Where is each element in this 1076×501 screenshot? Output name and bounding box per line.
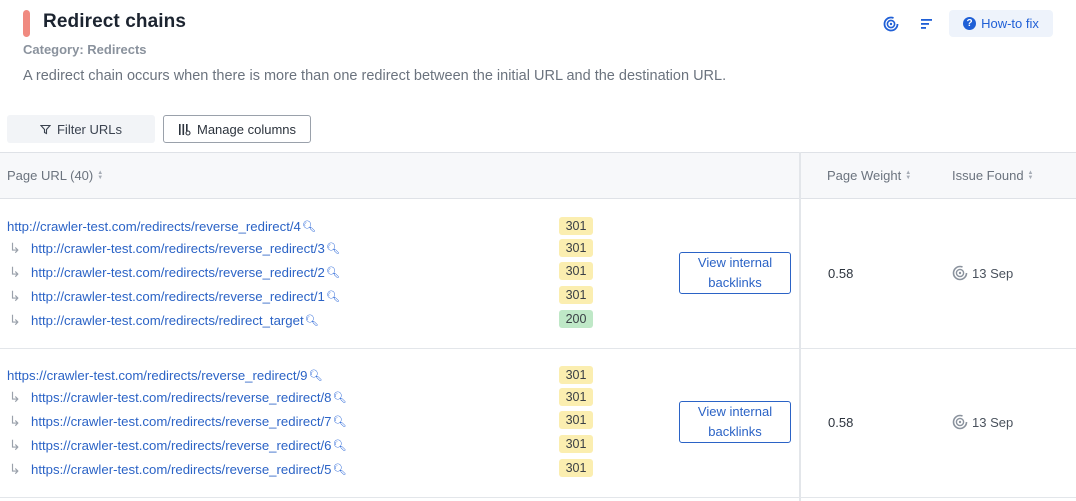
redirect-chain-row: http://crawler-test.com/redirects/revers… — [0, 199, 1076, 349]
page-weight-header-label: Page Weight — [827, 168, 902, 183]
redirect-arrow-icon: ↳ — [9, 287, 21, 304]
redirect-arrow-icon: ↳ — [9, 311, 21, 328]
url-link[interactable]: https://crawler-test.com/redirects/rever… — [31, 390, 331, 405]
redirect-arrow-icon: ↳ — [9, 460, 21, 477]
status-badge: 301 — [559, 262, 593, 280]
magnifier-icon[interactable]: 🔍︎ — [332, 463, 346, 476]
status-badge: 301 — [559, 217, 593, 235]
redirect-arrow-icon: ↳ — [9, 239, 21, 256]
column-header-page-weight[interactable]: Page Weight ▲ ▼ — [827, 168, 911, 183]
issue-found-header-label: Issue Found — [952, 168, 1024, 183]
magnifier-icon[interactable]: 🔍︎ — [326, 290, 340, 303]
chain-url: http://crawler-test.com/redirects/revers… — [7, 216, 316, 236]
manage-columns-label: Manage columns — [197, 121, 296, 137]
page-title: Redirect chains — [43, 11, 186, 32]
history-icon — [952, 265, 968, 281]
columns-icon — [179, 123, 191, 136]
manage-columns-button[interactable]: Manage columns — [163, 115, 311, 143]
view-internal-backlinks-button[interactable]: View internal backlinks — [679, 252, 791, 294]
page-weight-value: 0.58 — [828, 266, 854, 281]
url-link[interactable]: http://crawler-test.com/redirects/revers… — [31, 289, 325, 304]
redirect-arrow-icon: ↳ — [9, 263, 21, 280]
url-link[interactable]: https://crawler-test.com/redirects/rever… — [31, 438, 331, 453]
status-badge: 200 — [559, 310, 593, 328]
history-icon — [883, 16, 899, 32]
url-link[interactable]: http://crawler-test.com/redirects/revers… — [7, 219, 301, 234]
severity-accent-bar — [23, 10, 30, 37]
history-button[interactable] — [880, 13, 902, 35]
magnifier-icon[interactable]: 🔍︎ — [326, 266, 340, 279]
chain-url: ↳ https://crawler-test.com/redirects/reve… — [7, 459, 346, 479]
filter-urls-button[interactable]: Filter URLs — [7, 115, 155, 143]
magnifier-icon[interactable]: 🔍︎ — [332, 415, 346, 428]
issue-found-cell: 13 Sep — [952, 265, 1013, 281]
column-header-page-url[interactable]: Page URL (40) ▲ ▼ — [7, 168, 103, 183]
history-icon — [952, 414, 968, 430]
page-url-header-label: Page URL (40) — [7, 168, 94, 183]
redirect-arrow-icon: ↳ — [9, 412, 21, 429]
status-badge: 301 — [559, 411, 593, 429]
status-badge: 301 — [559, 459, 593, 477]
redirect-chain-row: https://crawler-test.com/redirects/rever… — [0, 348, 1076, 498]
status-badge: 301 — [559, 435, 593, 453]
magnifier-icon[interactable]: 🔍︎ — [326, 242, 340, 255]
chain-url: ↳ https://crawler-test.com/redirects/reve… — [7, 435, 346, 455]
table-header: Page URL (40) ▲ ▼ Page Weight ▲ ▼ Issue Fo… — [0, 152, 1076, 199]
page-weight-value: 0.58 — [828, 415, 854, 430]
url-link[interactable]: http://crawler-test.com/redirects/revers… — [31, 241, 325, 256]
chain-url: ↳ http://crawler-test.com/redirects/redir… — [7, 310, 319, 330]
chain-url: ↳ http://crawler-test.com/redirects/rever… — [7, 238, 340, 258]
filter-urls-label: Filter URLs — [56, 121, 122, 137]
chain-url: https://crawler-test.com/redirects/rever… — [7, 365, 322, 385]
magnifier-icon[interactable]: 🔍︎ — [305, 314, 319, 327]
chain-url: ↳ https://crawler-test.com/redirects/reve… — [7, 411, 346, 431]
sort-button[interactable] — [916, 13, 938, 35]
question-icon: ? — [963, 17, 977, 30]
category-label: Category: Redirects — [23, 42, 147, 57]
chain-url: ↳ https://crawler-test.com/redirects/reve… — [7, 387, 346, 407]
magnifier-icon[interactable]: 🔍︎ — [302, 220, 316, 233]
url-link[interactable]: http://crawler-test.com/redirects/revers… — [31, 265, 325, 280]
filter-icon — [39, 124, 51, 134]
url-link[interactable]: http://crawler-test.com/redirects/redire… — [31, 313, 304, 328]
status-badge: 301 — [559, 286, 593, 304]
redirect-arrow-icon: ↳ — [9, 388, 21, 405]
sort-icon — [921, 19, 932, 29]
sort-toggle-icon: ▲ ▼ — [97, 169, 104, 181]
chain-url: ↳ http://crawler-test.com/redirects/rever… — [7, 262, 340, 282]
url-link[interactable]: https://crawler-test.com/redirects/rever… — [7, 368, 307, 383]
status-badge: 301 — [559, 388, 593, 406]
issue-found-cell: 13 Sep — [952, 414, 1013, 430]
how-to-fix-label: How-to fix — [981, 16, 1039, 31]
issue-description: A redirect chain occurs when there is mo… — [23, 68, 727, 84]
status-badge: 301 — [559, 366, 593, 384]
view-internal-backlinks-button[interactable]: View internal backlinks — [679, 401, 791, 443]
chain-url: ↳ http://crawler-test.com/redirects/rever… — [7, 286, 340, 306]
issue-found-date: 13 Sep — [972, 414, 1014, 430]
how-to-fix-button[interactable]: ? How-to fix — [949, 10, 1053, 37]
url-link[interactable]: https://crawler-test.com/redirects/rever… — [31, 462, 331, 477]
sort-toggle-icon: ▲ ▼ — [905, 169, 912, 181]
magnifier-icon[interactable]: 🔍︎ — [332, 439, 346, 452]
magnifier-icon[interactable]: 🔍︎ — [332, 391, 346, 404]
url-link[interactable]: https://crawler-test.com/redirects/rever… — [31, 414, 331, 429]
redirect-arrow-icon: ↳ — [9, 436, 21, 453]
magnifier-icon[interactable]: 🔍︎ — [308, 369, 322, 382]
status-badge: 301 — [559, 239, 593, 257]
issue-found-date: 13 Sep — [972, 265, 1014, 281]
sort-toggle-icon: ▲ ▼ — [1027, 169, 1034, 181]
column-divider — [799, 152, 801, 501]
column-header-issue-found[interactable]: Issue Found ▲ ▼ — [952, 168, 1034, 183]
